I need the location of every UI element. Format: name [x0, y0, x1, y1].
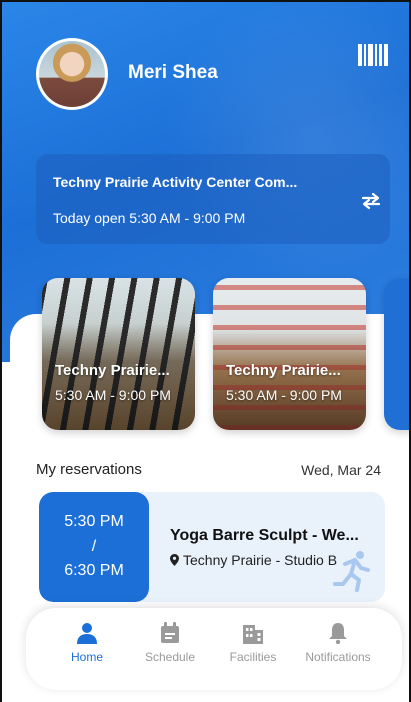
reservation-title: Yoga Barre Sculpt - We...: [170, 527, 359, 544]
studio-card[interactable]: Techny Prairie... 5:30 AM - 9:00 PM: [213, 278, 366, 430]
swap-icon[interactable]: [360, 192, 382, 210]
reservation-start-time: 5:30 PM: [64, 513, 124, 530]
reservation-time-block: 5:30 PM / 6:30 PM: [39, 492, 149, 602]
bottom-nav: Home Schedule Facilities Notifications: [26, 608, 402, 690]
avatar-photo: [39, 41, 105, 107]
avatar[interactable]: [36, 38, 108, 110]
runner-icon: [333, 551, 370, 592]
studio-hours: 5:30 AM - 9:00 PM: [55, 387, 171, 403]
studio-card-partial[interactable]: [384, 278, 409, 430]
reservation-end-time: 6:30 PM: [64, 562, 124, 579]
nav-label: Schedule: [144, 650, 196, 664]
facility-name: Techny Prairie Activity Center Com...: [53, 174, 298, 190]
studio-card[interactable]: Techny Prairie... 5:30 AM - 9:00 PM: [42, 278, 195, 430]
studio-hours: 5:30 AM - 9:00 PM: [226, 387, 342, 403]
app-screen: Meri Shea Techny Prairie Activity Center…: [0, 0, 411, 702]
person-icon: [77, 623, 97, 644]
nav-item-facilities[interactable]: Facilities: [213, 622, 293, 664]
reservations-heading: My reservations: [36, 461, 142, 478]
nav-label: Facilities: [229, 650, 277, 664]
calendar-icon: [161, 622, 179, 643]
nav-item-notifications[interactable]: Notifications: [298, 622, 378, 664]
nav-label: Notifications: [305, 650, 371, 664]
nav-item-schedule[interactable]: Schedule: [130, 622, 210, 664]
reservations-date: Wed, Mar 24: [301, 462, 381, 478]
bell-icon: [329, 623, 347, 644]
reservation-location-row: Techny Prairie - Studio B: [170, 552, 337, 568]
reservation-time-separator: /: [91, 538, 97, 555]
nav-label: Home: [70, 650, 103, 664]
reservation-location: Techny Prairie - Studio B: [183, 552, 338, 568]
barcode-icon[interactable]: [358, 44, 388, 66]
studio-title: Techny Prairie...: [55, 362, 170, 379]
user-name: Meri Shea: [128, 62, 218, 83]
location-pin-icon: [170, 554, 179, 566]
nav-item-home[interactable]: Home: [47, 622, 127, 664]
facility-card[interactable]: Techny Prairie Activity Center Com... To…: [36, 154, 390, 244]
reservation-card[interactable]: 5:30 PM / 6:30 PM Yoga Barre Sculpt - We…: [39, 492, 385, 602]
building-icon: [243, 625, 263, 644]
facility-hours: Today open 5:30 AM - 9:00 PM: [53, 210, 246, 226]
studio-title: Techny Prairie...: [226, 362, 341, 379]
